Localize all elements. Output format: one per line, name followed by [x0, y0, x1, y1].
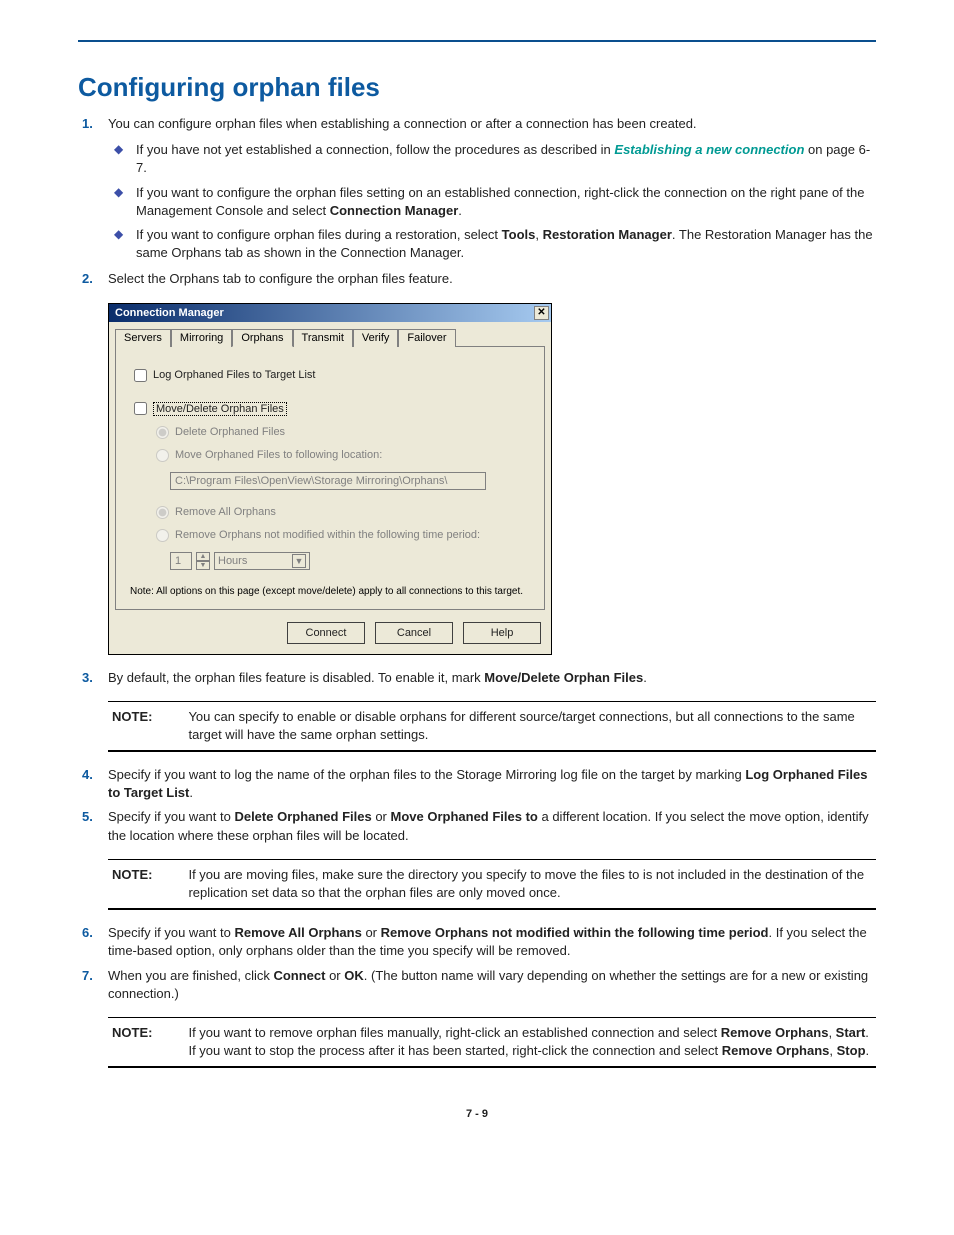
note-label: NOTE: — [112, 708, 152, 744]
note-box-1: NOTE: You can specify to enable or disab… — [108, 701, 876, 752]
radio-move-orphaned[interactable] — [156, 449, 169, 462]
tab-verify[interactable]: Verify — [353, 329, 399, 347]
tab-servers[interactable]: Servers — [115, 329, 171, 347]
step-2-text: Select the Orphans tab to configure the … — [108, 271, 453, 286]
radio-move-orphaned-label: Move Orphaned Files to following locatio… — [175, 449, 382, 461]
radio-remove-all[interactable] — [156, 506, 169, 519]
dialog-tabs: Servers Mirroring Orphans Transmit Verif… — [109, 322, 551, 346]
tab-orphans[interactable]: Orphans — [232, 329, 292, 347]
dialog-title: Connection Manager — [115, 307, 224, 319]
connection-manager-dialog: Connection Manager ✕ Servers Mirroring O… — [108, 303, 876, 655]
tab-panel-orphans: Log Orphaned Files to Target List Move/D… — [115, 346, 545, 610]
cancel-button[interactable]: Cancel — [375, 622, 453, 644]
note-label: NOTE: — [112, 1024, 152, 1060]
chevron-down-icon: ▼ — [292, 554, 306, 568]
step-4: Specify if you want to log the name of t… — [108, 766, 876, 802]
page-title: Configuring orphan files — [78, 72, 876, 103]
step-1-bullet-b: If you want to configure the orphan file… — [136, 184, 876, 220]
close-icon[interactable]: ✕ — [534, 306, 549, 320]
page-number: 7 - 9 — [78, 1108, 876, 1120]
tab-transmit[interactable]: Transmit — [293, 329, 353, 347]
step-3: By default, the orphan files feature is … — [108, 669, 876, 687]
checkbox-log-orphaned-label: Log Orphaned Files to Target List — [153, 369, 315, 381]
link-establishing-connection[interactable]: Establishing a new connection — [614, 142, 804, 157]
note-1-body: You can specify to enable or disable orp… — [188, 708, 872, 744]
spin-up-icon[interactable]: ▲ — [196, 552, 210, 561]
radio-remove-all-label: Remove All Orphans — [175, 506, 276, 518]
dialog-footnote: Note: All options on this page (except m… — [130, 586, 530, 597]
checkbox-log-orphaned[interactable] — [134, 369, 147, 382]
help-button[interactable]: Help — [463, 622, 541, 644]
spin-down-icon[interactable]: ▼ — [196, 561, 210, 570]
note-box-3: NOTE: If you want to remove orphan files… — [108, 1017, 876, 1068]
radio-delete-orphaned-label: Delete Orphaned Files — [175, 426, 285, 438]
note-label: NOTE: — [112, 866, 152, 902]
dialog-titlebar[interactable]: Connection Manager ✕ — [109, 304, 551, 322]
tab-mirroring[interactable]: Mirroring — [171, 329, 232, 347]
checkbox-move-delete[interactable] — [134, 402, 147, 415]
radio-remove-time-label: Remove Orphans not modified within the f… — [175, 529, 480, 541]
note-3-body: If you want to remove orphan files manua… — [188, 1024, 872, 1060]
note-2-body: If you are moving files, make sure the d… — [188, 866, 872, 902]
step-1: You can configure orphan files when esta… — [108, 115, 876, 262]
input-time-value[interactable]: 1 — [170, 552, 192, 570]
step-6: Specify if you want to Remove All Orphan… — [108, 924, 876, 960]
step-5: Specify if you want to Delete Orphaned F… — [108, 808, 876, 844]
radio-delete-orphaned[interactable] — [156, 426, 169, 439]
connect-button[interactable]: Connect — [287, 622, 365, 644]
header-rule — [78, 40, 876, 42]
step-1-bullet-c: If you want to configure orphan files du… — [136, 226, 876, 262]
step-7: When you are finished, click Connect or … — [108, 967, 876, 1003]
select-time-unit[interactable]: Hours ▼ — [214, 552, 310, 570]
tab-failover[interactable]: Failover — [398, 329, 455, 347]
input-orphan-path[interactable]: C:\Program Files\OpenView\Storage Mirror… — [170, 472, 486, 490]
step-2: Select the Orphans tab to configure the … — [108, 270, 876, 288]
step-1-text: You can configure orphan files when esta… — [108, 116, 697, 131]
step-1-bullet-a: If you have not yet established a connec… — [136, 141, 876, 177]
note-box-2: NOTE: If you are moving files, make sure… — [108, 859, 876, 910]
checkbox-move-delete-label: Move/Delete Orphan Files — [153, 402, 287, 416]
radio-remove-time[interactable] — [156, 529, 169, 542]
